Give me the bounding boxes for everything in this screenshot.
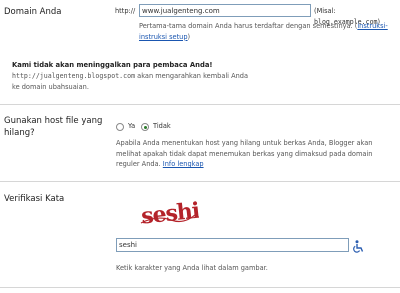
divider xyxy=(0,287,400,288)
captcha-input[interactable]: seshi xyxy=(116,238,349,252)
captcha-graphic: seshi xyxy=(140,198,201,230)
divider xyxy=(0,181,400,182)
divider xyxy=(0,104,400,105)
more-info-link[interactable]: Info lengkap xyxy=(163,160,204,168)
wheelchair-icon[interactable] xyxy=(352,238,364,253)
captcha-help: Ketik karakter yang Anda lihat dalam gam… xyxy=(116,264,268,272)
captcha-input-value: seshi xyxy=(119,241,137,249)
host-help: Apabila Anda menentukan host yang hilang… xyxy=(116,139,373,168)
verify-label: Verifikasi Kata xyxy=(4,194,65,204)
captcha-text: seshi xyxy=(140,198,199,230)
domain-help: Pertama-tama domain Anda harus terdaftar… xyxy=(139,22,388,41)
old-blog-url: http://jualgenteng.blogspot.com xyxy=(12,72,136,80)
domain-input[interactable]: www.jualgenteng.com xyxy=(139,4,311,17)
notice-title: Kami tidak akan meninggalkan para pembac… xyxy=(12,61,213,69)
notice-text: http://jualgenteng.blogspot.com akan men… xyxy=(12,72,249,91)
radio-no[interactable] xyxy=(141,123,149,131)
radio-yes[interactable] xyxy=(116,123,124,131)
radio-yes-label: Ya xyxy=(128,122,136,130)
radio-no-label: Tidak xyxy=(153,122,171,130)
domain-label: Domain Anda xyxy=(4,7,62,17)
domain-input-value: www.jualgenteng.com xyxy=(142,7,220,15)
http-prefix: http:// xyxy=(115,7,136,15)
captcha-image: seshi xyxy=(137,193,201,233)
host-label: Gunakan host file yang hilang? xyxy=(4,116,103,138)
